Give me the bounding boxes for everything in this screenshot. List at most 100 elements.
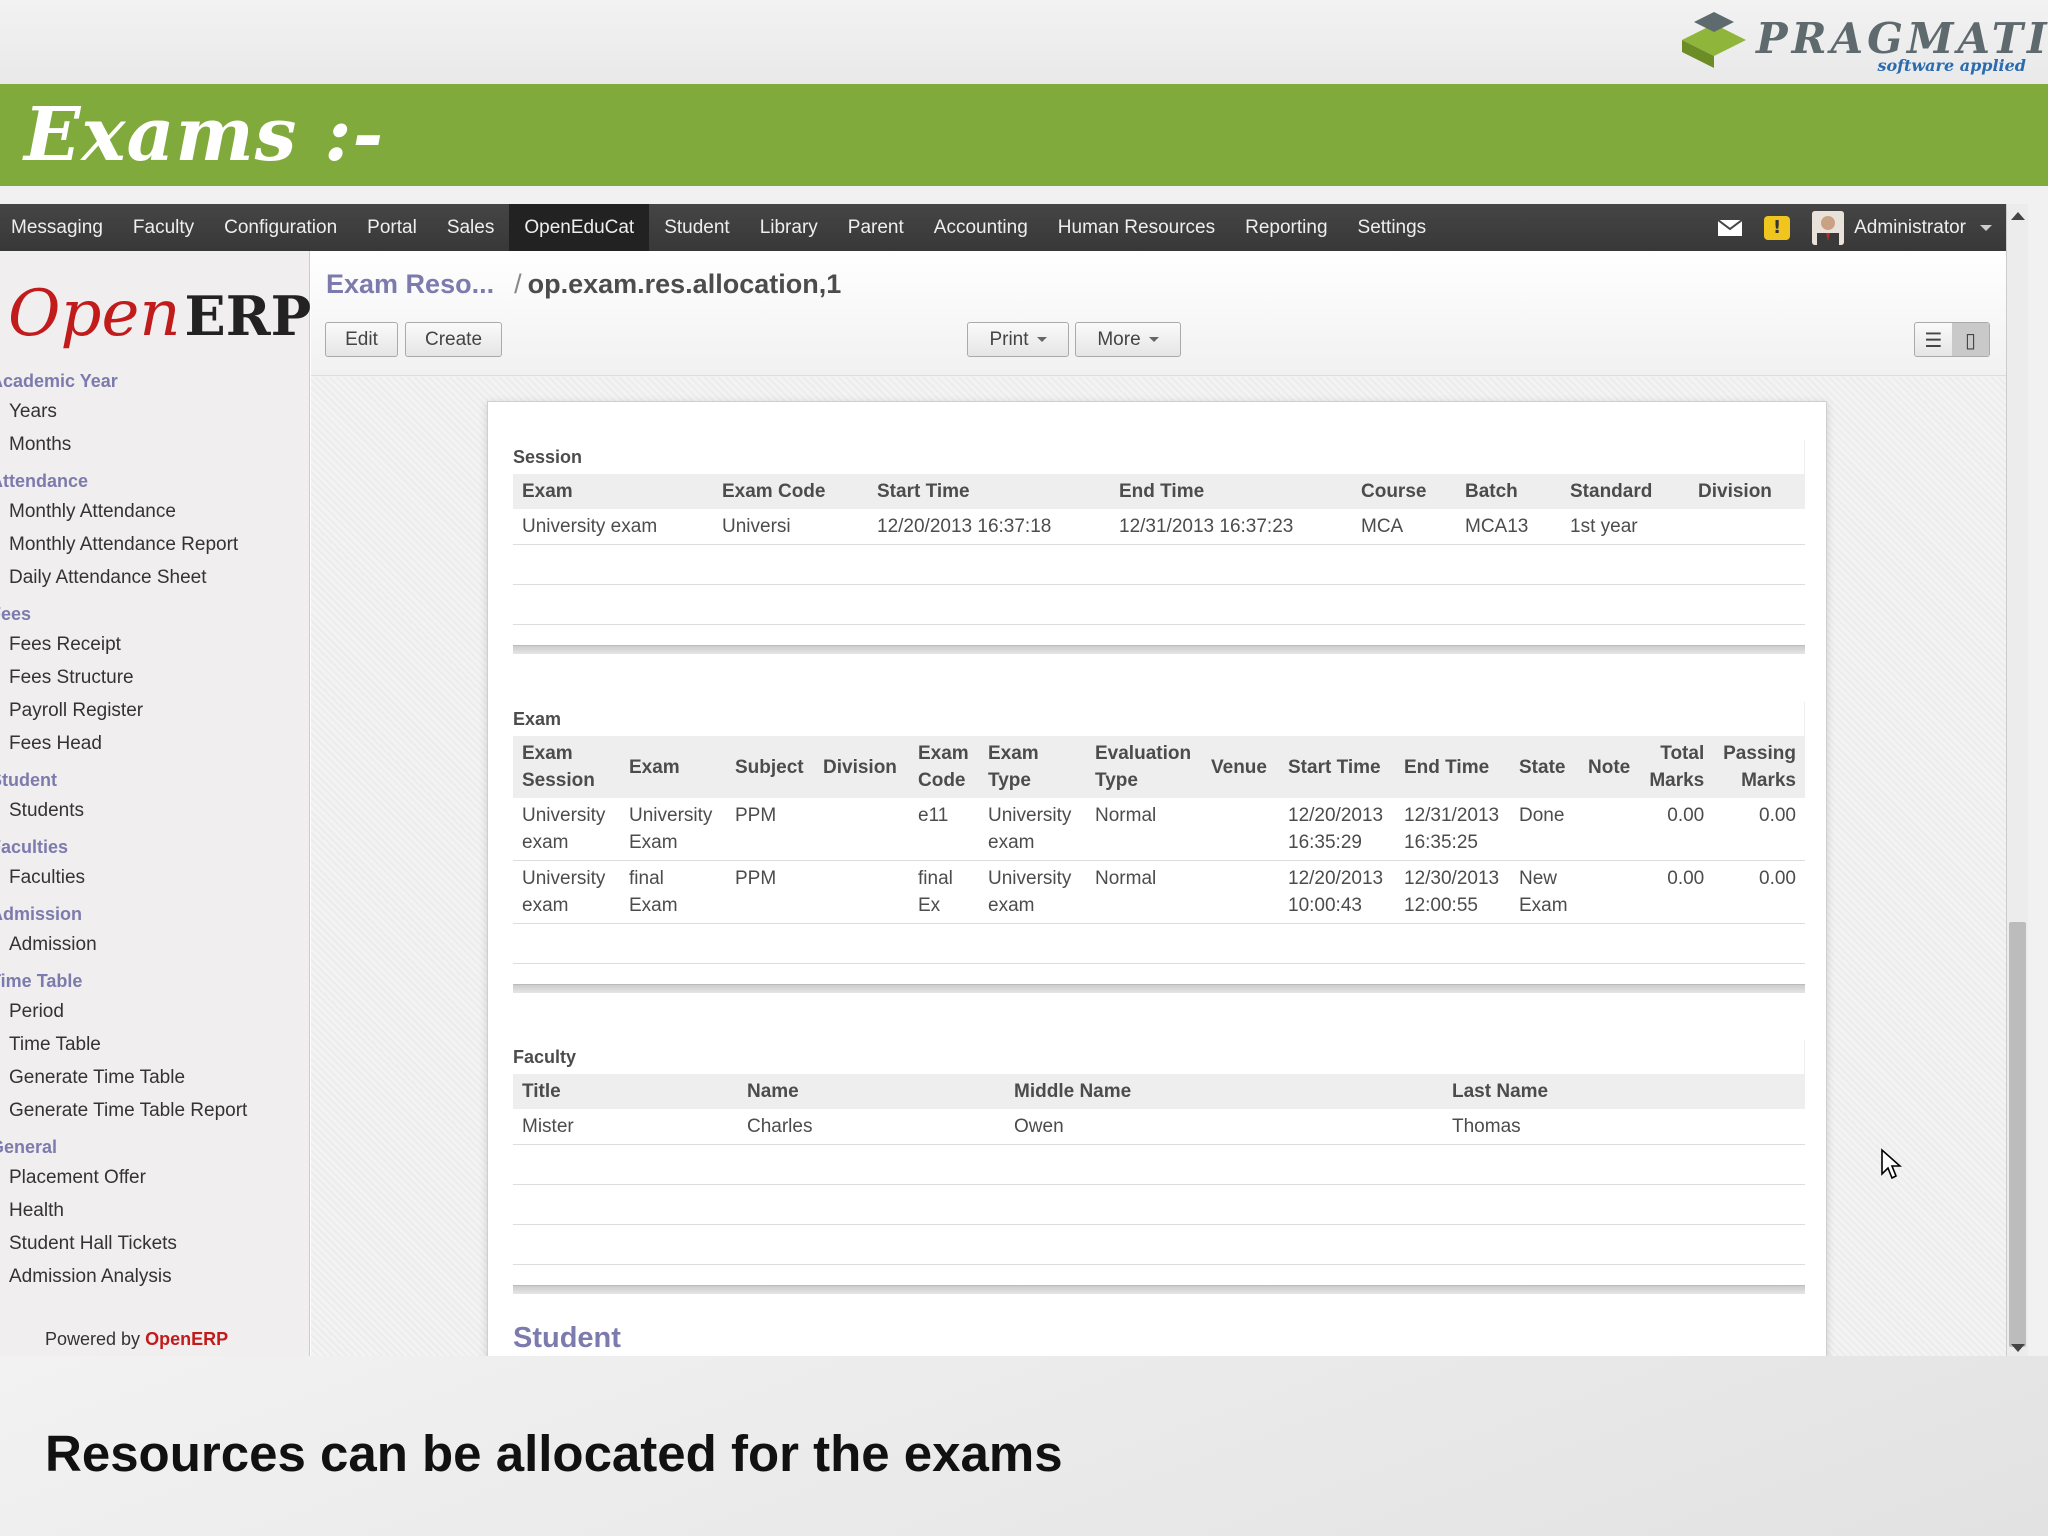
- top-menu-item-parent[interactable]: Parent: [833, 204, 919, 251]
- column-header[interactable]: Exam: [513, 474, 713, 509]
- column-header[interactable]: End Time: [1395, 736, 1510, 798]
- sidebar-section-title: General: [0, 1137, 58, 1157]
- table-row[interactable]: University exam University Exam PPM e11 Univ…: [513, 798, 1805, 861]
- column-header[interactable]: Passing Marks: [1713, 736, 1805, 798]
- table-row[interactable]: Mister Charles Owen Thomas: [513, 1109, 1805, 1145]
- top-menu-item-reporting[interactable]: Reporting: [1230, 204, 1342, 251]
- scroll-up-icon[interactable]: [2011, 212, 2025, 220]
- scroll-down-icon[interactable]: [2011, 1344, 2025, 1352]
- sidebar-item-monthly-attendance[interactable]: Monthly Attendance: [0, 495, 310, 528]
- table-cell: University exam: [979, 798, 1086, 861]
- top-menu-item-library[interactable]: Library: [745, 204, 833, 251]
- exam-header-row: Exam Session Exam Subject Division Exam Code…: [513, 736, 1805, 798]
- more-button[interactable]: More: [1075, 322, 1181, 357]
- column-header[interactable]: Venue: [1202, 736, 1279, 798]
- column-header[interactable]: Last Name: [1443, 1074, 1805, 1109]
- list-view-icon[interactable]: ☰: [1915, 323, 1952, 356]
- table-cell: [1689, 509, 1805, 545]
- column-header[interactable]: Exam Session: [513, 736, 620, 798]
- top-menu-item-configuration[interactable]: Configuration: [209, 204, 352, 251]
- sidebar-item-admission[interactable]: Admission: [0, 928, 310, 961]
- control-panel: Exam Reso... / op.exam.res.allocation,1 Ed…: [311, 251, 2006, 376]
- top-menu-item-messaging[interactable]: Messaging: [0, 204, 118, 251]
- logo-erp-text: ERP: [184, 284, 312, 348]
- column-header[interactable]: Name: [738, 1074, 1005, 1109]
- column-header[interactable]: Start Time: [1279, 736, 1395, 798]
- top-menu-item-portal[interactable]: Portal: [352, 204, 432, 251]
- top-menu-item-student[interactable]: Student: [649, 204, 745, 251]
- column-header[interactable]: Start Time: [868, 474, 1110, 509]
- top-menu-item-human-resources[interactable]: Human Resources: [1043, 204, 1230, 251]
- table-cell: MCA: [1352, 509, 1456, 545]
- column-header[interactable]: Standard: [1561, 474, 1689, 509]
- table-cell: Charles: [738, 1109, 1005, 1145]
- session-label: Session: [513, 440, 1805, 474]
- exam-group: Exam Exam Session Exam Subject Division Exam…: [513, 702, 1805, 993]
- column-header[interactable]: Total Marks: [1639, 736, 1714, 798]
- sidebar-item-monthly-attendance-report[interactable]: Monthly Attendance Report: [0, 528, 310, 561]
- top-menu-item-settings[interactable]: Settings: [1343, 204, 1442, 251]
- table-cell: [1202, 860, 1279, 924]
- warning-icon[interactable]: !: [1764, 215, 1791, 240]
- sidebar-item-fees-receipt[interactable]: Fees Receipt: [0, 628, 310, 661]
- sidebar-item-student-hall-tickets[interactable]: Student Hall Tickets: [0, 1227, 310, 1260]
- table-cell: 1st year: [1561, 509, 1689, 545]
- form-view-icon[interactable]: ▯: [1952, 323, 1989, 356]
- column-header[interactable]: Exam: [620, 736, 726, 798]
- column-header[interactable]: Subject: [726, 736, 814, 798]
- sidebar-item-months[interactable]: Months: [0, 428, 310, 461]
- table-row[interactable]: University exam final Exam PPM final Ex Univ…: [513, 860, 1805, 924]
- column-header[interactable]: Batch: [1456, 474, 1561, 509]
- sidebar-item-daily-attendance-sheet[interactable]: Daily Attendance Sheet: [0, 561, 310, 594]
- top-menu-item-accounting[interactable]: Accounting: [919, 204, 1043, 251]
- sidebar-item-health[interactable]: Health: [0, 1194, 310, 1227]
- empty-row: [513, 545, 1805, 585]
- column-header[interactable]: Middle Name: [1005, 1074, 1443, 1109]
- user-menu[interactable]: Administrator: [1812, 210, 1992, 245]
- column-header[interactable]: Division: [1689, 474, 1805, 509]
- print-button[interactable]: Print: [967, 322, 1069, 357]
- table-cell: 12/30/2013 12:00:55: [1395, 860, 1510, 924]
- sidebar-item-faculties[interactable]: Faculties: [0, 861, 310, 894]
- mail-icon[interactable]: [1718, 219, 1743, 236]
- column-header[interactable]: Exam Code: [713, 474, 868, 509]
- top-menu-item-openeducat[interactable]: OpenEduCat: [509, 204, 650, 251]
- sidebar-item-fees-head[interactable]: Fees Head: [0, 727, 310, 760]
- table-cell: MCA13: [1456, 509, 1561, 545]
- breadcrumb-parent[interactable]: Exam Reso...: [326, 269, 494, 299]
- edit-button-label: Edit: [345, 329, 378, 350]
- scroll-thumb[interactable]: [2009, 922, 2026, 1347]
- sidebar-item-payroll-register[interactable]: Payroll Register: [0, 694, 310, 727]
- create-button[interactable]: Create: [405, 322, 502, 357]
- sidebar-item-fees-structure[interactable]: Fees Structure: [0, 661, 310, 694]
- create-button-label: Create: [424, 329, 483, 350]
- sidebar-item-students[interactable]: Students: [0, 794, 310, 827]
- column-header[interactable]: Exam Code: [909, 736, 979, 798]
- table-cell: New Exam: [1510, 860, 1579, 924]
- sidebar-item-generate-time-table[interactable]: Generate Time Table: [0, 1061, 310, 1094]
- edit-button[interactable]: Edit: [325, 322, 398, 357]
- column-header[interactable]: Note: [1579, 736, 1640, 798]
- top-menu-item-faculty[interactable]: Faculty: [118, 204, 209, 251]
- column-header[interactable]: Course: [1352, 474, 1456, 509]
- sidebar-item-time-table[interactable]: Time Table: [0, 1028, 310, 1061]
- column-header[interactable]: Evaluation Type: [1086, 736, 1202, 798]
- sidebar: OpenERP Academic Year YearsMonths Attendan…: [0, 251, 312, 1356]
- logo-open-text: Open: [8, 277, 181, 351]
- column-header[interactable]: Exam Type: [979, 736, 1086, 798]
- sidebar-item-generate-time-table-report[interactable]: Generate Time Table Report: [0, 1094, 310, 1127]
- sidebar-item-years[interactable]: Years: [0, 395, 310, 428]
- column-header[interactable]: State: [1510, 736, 1579, 798]
- sidebar-item-admission-analysis[interactable]: Admission Analysis: [0, 1260, 310, 1293]
- column-header[interactable]: End Time: [1110, 474, 1352, 509]
- table-cell: Universi: [713, 509, 868, 545]
- vertical-scrollbar[interactable]: [2006, 204, 2028, 1356]
- column-header[interactable]: Division: [814, 736, 909, 798]
- powered-by-link[interactable]: OpenERP: [145, 1329, 228, 1349]
- sidebar-item-period[interactable]: Period: [0, 995, 310, 1028]
- table-cell: 0.00: [1713, 798, 1805, 861]
- column-header[interactable]: Title: [513, 1074, 738, 1109]
- table-row[interactable]: University exam Universi 12/20/2013 16:37:…: [513, 509, 1805, 545]
- sidebar-item-placement-offer[interactable]: Placement Offer: [0, 1161, 310, 1194]
- top-menu-item-sales[interactable]: Sales: [432, 204, 510, 251]
